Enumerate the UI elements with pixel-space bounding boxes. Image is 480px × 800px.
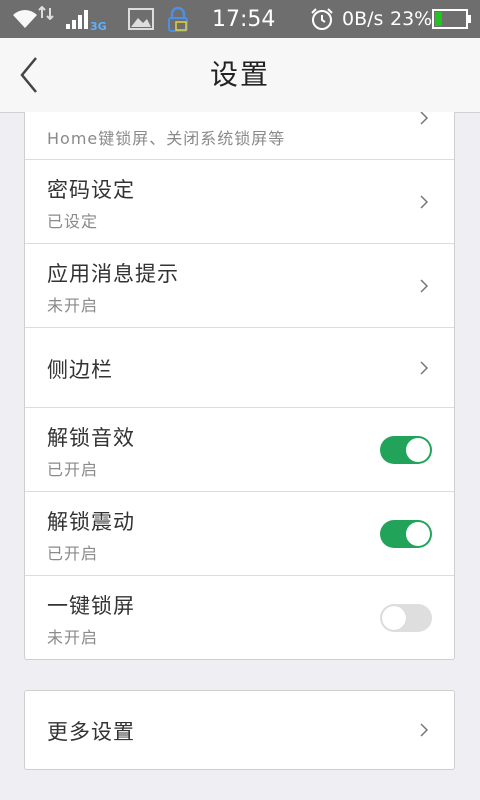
page-title: 设置 (209, 58, 270, 91)
setting-row-lockscreen[interactable]: Home键锁屏、关闭系统锁屏等 (25, 112, 454, 160)
unlock-vibration-toggle[interactable] (380, 520, 432, 548)
setting-subtitle: 已设定 (47, 212, 99, 231)
battery-percent: 23% (390, 8, 433, 30)
setting-title: 解锁音效 (47, 426, 135, 450)
setting-row-app-notifications[interactable]: 应用消息提示 未开启 (25, 244, 454, 328)
alarm-icon (311, 8, 333, 30)
setting-row-unlock-vibration: 解锁震动 已开启 (25, 492, 454, 576)
settings-card: Home键锁屏、关闭系统锁屏等 密码设定 已设定 应用消息提示 未开启 侧边栏 … (24, 112, 455, 660)
setting-subtitle: Home键锁屏、关闭系统锁屏等 (47, 129, 286, 148)
chevron-right-icon (420, 112, 429, 125)
more-settings-title: 更多设置 (47, 720, 135, 744)
setting-subtitle: 已开启 (47, 544, 99, 563)
toggle-knob (406, 522, 430, 546)
unlock-sound-toggle[interactable] (380, 436, 432, 464)
setting-subtitle: 已开启 (47, 460, 99, 479)
chevron-right-icon (420, 723, 429, 737)
setting-row-password[interactable]: 密码设定 已设定 (25, 160, 454, 244)
setting-title: 一键锁屏 (47, 594, 135, 618)
setting-title: 解锁震动 (47, 510, 135, 534)
wifi-icon (13, 10, 37, 28)
setting-row-unlock-sound: 解锁音效 已开启 (25, 408, 454, 492)
setting-title: 侧边栏 (47, 358, 113, 382)
setting-subtitle: 未开启 (47, 296, 99, 315)
net-speed: 0B/s (342, 8, 384, 30)
status-bar: 3G 17:54 0B/s 23% (0, 0, 480, 38)
chevron-right-icon (420, 195, 429, 209)
setting-row-one-key-lock: 一键锁屏 未开启 (25, 576, 454, 659)
app-header: 设置 (0, 38, 480, 113)
more-settings-row[interactable]: 更多设置 (25, 691, 454, 769)
setting-row-sidebar[interactable]: 侧边栏 (25, 328, 454, 408)
signal-icon (66, 10, 88, 29)
network-type: 3G (90, 20, 107, 33)
image-icon (128, 8, 154, 30)
toggle-knob (406, 438, 430, 462)
one-key-lock-toggle[interactable] (380, 604, 432, 632)
battery-fill (435, 12, 442, 26)
more-settings-card: 更多设置 (24, 690, 455, 770)
chevron-right-icon (420, 361, 429, 375)
data-transfer-icon (38, 6, 54, 20)
battery-icon (432, 9, 471, 29)
setting-subtitle: 未开启 (47, 628, 99, 647)
setting-title: 应用消息提示 (47, 262, 179, 286)
chevron-right-icon (420, 279, 429, 293)
status-time: 17:54 (212, 6, 276, 32)
toggle-knob (382, 606, 406, 630)
lock-notification-icon (168, 6, 188, 32)
setting-title: 密码设定 (47, 178, 135, 202)
